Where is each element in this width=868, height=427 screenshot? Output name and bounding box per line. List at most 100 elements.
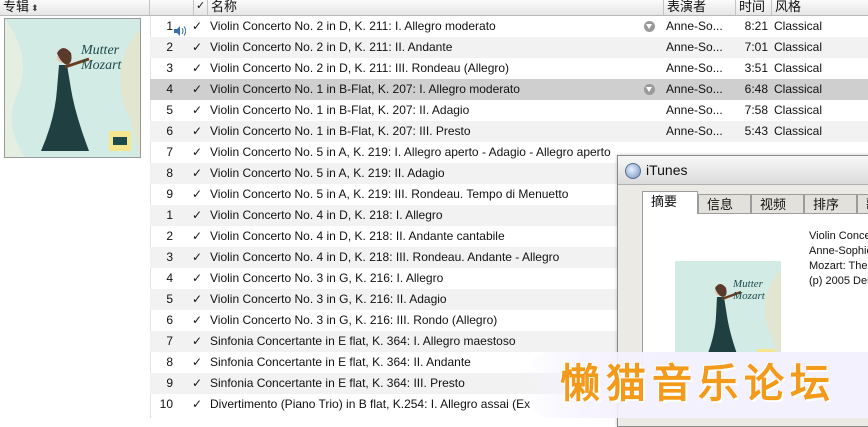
- thumb-title-line2: Mozart: [732, 290, 766, 302]
- track-name: Violin Concerto No. 3 in G, K. 216: III.…: [210, 313, 498, 327]
- track-checkbox[interactable]: ✓: [192, 58, 204, 79]
- track-checkbox[interactable]: ✓: [192, 331, 204, 352]
- track-options-arrow-icon[interactable]: [644, 84, 655, 95]
- track-number: 3: [166, 61, 173, 75]
- track-number: 4: [166, 82, 173, 96]
- track-checkbox[interactable]: ✓: [192, 268, 204, 289]
- check-column-header[interactable]: ✓: [194, 0, 208, 15]
- sort-arrows-icon: ⬍: [31, 3, 39, 13]
- track-number: 2: [166, 229, 173, 243]
- track-checkbox[interactable]: ✓: [192, 289, 204, 310]
- track-artist: Anne-So...: [666, 40, 722, 54]
- cover-title-line1: Mutter: [80, 43, 120, 58]
- track-checkbox[interactable]: ✓: [192, 79, 204, 100]
- track-checkbox[interactable]: ✓: [192, 121, 204, 142]
- window-title-bar[interactable]: iTunes: [618, 156, 868, 185]
- track-genre: Classical: [774, 82, 823, 96]
- track-number: 8: [166, 355, 173, 369]
- track-checkbox[interactable]: ✓: [192, 100, 204, 121]
- track-artist: Anne-So...: [666, 82, 722, 96]
- track-time: 7:01: [744, 40, 768, 54]
- track-checkbox[interactable]: ✓: [192, 142, 204, 163]
- time-column-header[interactable]: 时间: [736, 0, 772, 15]
- track-number: 3: [166, 250, 173, 264]
- track-artist: Anne-So...: [666, 124, 722, 138]
- track-name: Violin Concerto No. 1 in B-Flat, K. 207:…: [210, 124, 471, 138]
- cover-title-line2: Mozart: [80, 58, 123, 73]
- tab-info[interactable]: 信息: [698, 194, 751, 213]
- tab-video[interactable]: 视频: [751, 194, 804, 213]
- column-header-bar: 专辑 ⬍ ✓ 名称 表演者 时间 风格: [0, 0, 868, 16]
- track-number: 10: [159, 397, 173, 411]
- name-column-header[interactable]: 名称: [208, 0, 664, 15]
- watermark-text: 懒猫音乐论坛: [560, 361, 836, 407]
- track-name: Violin Concerto No. 4 in D, K. 218: I. A…: [210, 208, 443, 222]
- track-genre: Classical: [774, 61, 823, 75]
- track-number: 2: [166, 40, 173, 54]
- track-name: Violin Concerto No. 1 in B-Flat, K. 207:…: [210, 82, 520, 96]
- track-name: Violin Concerto No. 2 in D, K. 211: I. A…: [210, 19, 496, 33]
- track-artist: Anne-So...: [666, 103, 722, 117]
- track-artist: Anne-So...: [666, 61, 722, 75]
- track-checkbox[interactable]: ✓: [192, 16, 204, 37]
- track-number: 6: [166, 124, 173, 138]
- track-name: Violin Concerto No. 5 in A, K. 219: III.…: [210, 187, 569, 201]
- tab-sorting[interactable]: 排序: [804, 194, 857, 213]
- album-cover[interactable]: Mutter Mozart: [4, 18, 141, 158]
- album-column-label: 专辑: [3, 0, 30, 14]
- summary-panel: Mutter Mozart Violin Concer Anne-Sophie …: [642, 213, 868, 369]
- track-genre: Classical: [774, 124, 823, 138]
- thumb-title-line1: Mutter: [732, 278, 764, 290]
- track-number: 6: [166, 313, 173, 327]
- track-time: 7:58: [744, 103, 768, 117]
- number-column-header[interactable]: [150, 0, 194, 15]
- track-number: 1: [166, 208, 173, 222]
- track-time: 6:48: [744, 82, 768, 96]
- tab-summary[interactable]: 摘要: [642, 191, 698, 214]
- track-checkbox[interactable]: ✓: [192, 226, 204, 247]
- track-time: 5:43: [744, 124, 768, 138]
- window-title: iTunes: [646, 162, 688, 178]
- album-column-header[interactable]: 专辑 ⬍: [0, 0, 150, 15]
- track-checkbox[interactable]: ✓: [192, 352, 204, 373]
- tab-lyrics[interactable]: 歌: [857, 194, 868, 213]
- itunes-app-icon: [625, 163, 641, 179]
- track-options-arrow-icon[interactable]: [644, 21, 655, 32]
- info-track-name: Violin Concer: [809, 230, 868, 242]
- track-number: 5: [166, 103, 173, 117]
- track-checkbox[interactable]: ✓: [192, 163, 204, 184]
- track-checkbox[interactable]: ✓: [192, 247, 204, 268]
- track-checkbox[interactable]: ✓: [192, 205, 204, 226]
- track-name: Violin Concerto No. 4 in D, K. 218: III.…: [210, 250, 560, 264]
- track-name: Violin Concerto No. 1 in B-Flat, K. 207:…: [210, 103, 470, 117]
- track-checkbox[interactable]: ✓: [192, 37, 204, 58]
- track-checkbox[interactable]: ✓: [192, 373, 204, 394]
- track-row[interactable]: 6 ✓ Violin Concerto No. 1 in B-Flat, K. 20…: [150, 121, 868, 142]
- track-checkbox[interactable]: ✓: [192, 394, 204, 415]
- track-row[interactable]: 5 ✓ Violin Concerto No. 1 in B-Flat, K. 20…: [150, 100, 868, 121]
- now-playing-speaker-icon: [174, 22, 187, 36]
- info-artist: Anne-Sophie: [809, 245, 868, 257]
- track-name: Violin Concerto No. 2 in D, K. 211: III.…: [210, 61, 510, 75]
- artist-column-header[interactable]: 表演者: [664, 0, 736, 15]
- track-name: Violin Concerto No. 3 in G, K. 216: I. A…: [210, 271, 444, 285]
- track-name: Violin Concerto No. 3 in G, K. 216: II. …: [210, 292, 447, 306]
- track-checkbox[interactable]: ✓: [192, 310, 204, 331]
- track-number: 4: [166, 271, 173, 285]
- track-row[interactable]: 2 ✓ Violin Concerto No. 2 in D, K. 211: II…: [150, 37, 868, 58]
- track-time: 3:51: [744, 61, 768, 75]
- track-genre: Classical: [774, 19, 823, 33]
- track-name: Violin Concerto No. 2 in D, K. 211: II. …: [210, 40, 453, 54]
- track-checkbox[interactable]: ✓: [192, 184, 204, 205]
- track-row[interactable]: 3 ✓ Violin Concerto No. 2 in D, K. 211: II…: [150, 58, 868, 79]
- track-number: 8: [166, 166, 173, 180]
- genre-column-header[interactable]: 风格: [772, 0, 868, 15]
- track-row[interactable]: 4 ✓ Violin Concerto No. 1 in B-Flat, K. 20…: [150, 79, 868, 100]
- track-row[interactable]: 1 ✓ Violin Concerto No. 2 in D, K. 211: I.…: [150, 16, 868, 37]
- track-name: Sinfonia Concertante in E flat, K. 364: …: [210, 334, 516, 348]
- track-genre: Classical: [774, 103, 823, 117]
- summary-info: Violin Concer Anne-Sophie Mozart: The (p…: [809, 229, 868, 289]
- track-number: 9: [166, 187, 173, 201]
- track-genre: Classical: [774, 40, 823, 54]
- album-cover-art-icon: Mutter Mozart: [5, 19, 140, 157]
